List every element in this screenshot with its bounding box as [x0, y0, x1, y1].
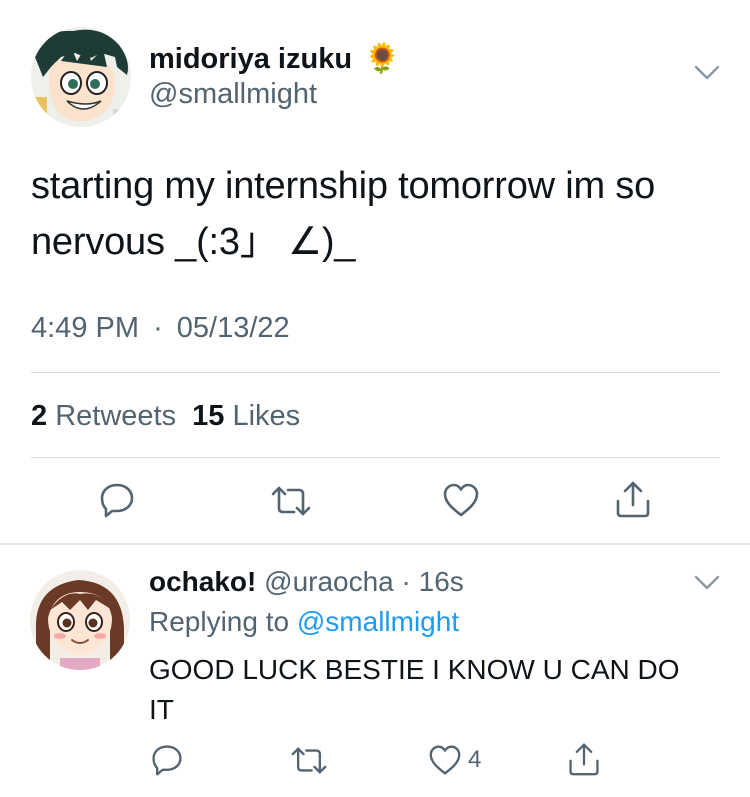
divider — [31, 372, 720, 373]
tweet-stats: 2 Retweets 15 Likes — [31, 400, 300, 433]
reply-author-handle[interactable]: @uraocha — [264, 566, 394, 597]
reply-icon[interactable] — [150, 743, 184, 777]
replying-to-link[interactable]: @smallmight — [297, 606, 459, 637]
timestamp-separator: · — [153, 312, 163, 344]
share-icon[interactable] — [567, 741, 601, 777]
likes-stat[interactable]: 15 Likes — [192, 400, 300, 432]
retweets-label: Retweets — [55, 400, 177, 432]
retweets-count: 2 — [31, 400, 48, 432]
likes-label: Likes — [232, 400, 301, 432]
chevron-down-icon[interactable] — [694, 574, 720, 592]
reply-author-name[interactable]: ochako! — [149, 566, 256, 597]
tweet-text-line: starting my internship tomorrow im so — [31, 165, 656, 207]
section-divider — [0, 543, 750, 545]
sunflower-icon: 🌻 — [364, 43, 401, 75]
replying-prefix: Replying to — [149, 606, 290, 637]
avatar[interactable] — [31, 27, 131, 127]
like-count: 4 — [468, 746, 482, 773]
reply-icon[interactable] — [98, 481, 136, 519]
like-icon — [428, 744, 462, 776]
tweet-text: starting my internship tomorrow im so ne… — [31, 158, 731, 270]
tweet-timestamp[interactable]: 4:49 PM · 05/13/22 — [31, 312, 290, 345]
chevron-down-icon[interactable] — [694, 64, 720, 82]
reply-header: ochako! @uraocha · 16s — [149, 566, 464, 598]
author-name[interactable]: midoriya izuku 🌻 — [149, 42, 400, 76]
reply-text-line: GOOD LUCK BESTIE I KNOW U CAN DO — [149, 654, 680, 685]
retweet-icon[interactable] — [290, 745, 328, 776]
author-handle[interactable]: @smallmight — [149, 78, 317, 111]
reply-age: 16s — [418, 566, 464, 597]
author-name-text: midoriya izuku — [149, 43, 353, 75]
divider — [31, 457, 720, 458]
avatar[interactable] — [30, 570, 130, 670]
tweet-text-line: nervous _(:3」 ∠)_ — [31, 221, 356, 263]
share-icon[interactable] — [614, 479, 652, 519]
like-button[interactable]: 4 — [428, 744, 481, 776]
tweet-date: 05/13/22 — [176, 312, 290, 344]
reply-text-line: IT — [149, 694, 174, 725]
replying-to: Replying to @smallmight — [149, 606, 459, 638]
likes-count: 15 — [192, 400, 225, 432]
retweet-icon[interactable] — [270, 484, 312, 518]
like-icon[interactable] — [442, 482, 480, 518]
reply-text: GOOD LUCK BESTIE I KNOW U CAN DO IT — [149, 650, 729, 730]
reply-separator: · — [401, 566, 411, 597]
tweet-time: 4:49 PM — [31, 312, 139, 344]
retweets-stat[interactable]: 2 Retweets — [31, 400, 184, 432]
